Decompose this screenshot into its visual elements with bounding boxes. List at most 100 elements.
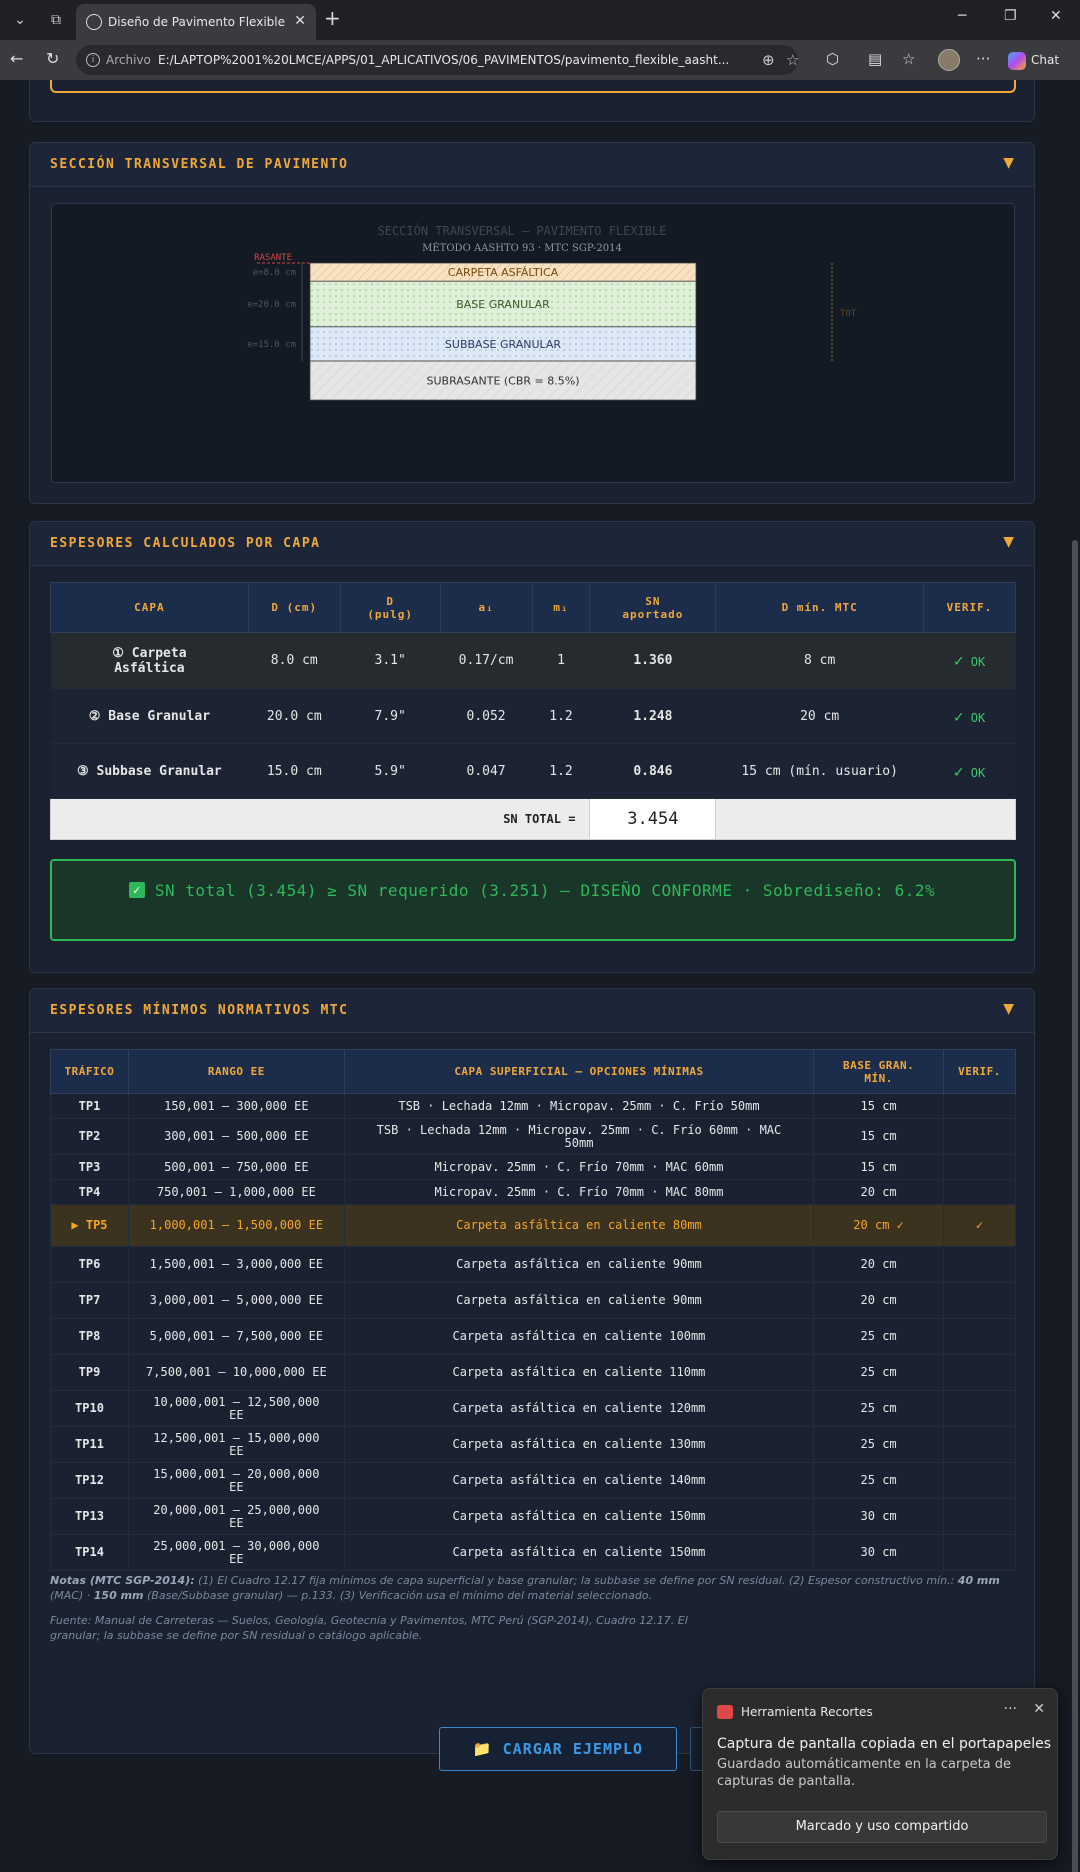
mtc-base: 25 cm bbox=[813, 1390, 945, 1427]
mtc-rango: 500,001 – 750,000 EE bbox=[127, 1154, 345, 1180]
layer-verif: ✓ OK bbox=[923, 688, 1016, 744]
mtc-verif bbox=[943, 1462, 1016, 1499]
thickness-col-header: D (pulg) bbox=[339, 582, 441, 633]
layer-m: 1 bbox=[532, 632, 590, 689]
page-viewport: SECCIÓN TRANSVERSAL DE PAVIMENTO ▼ SECCI… bbox=[0, 80, 1080, 1872]
verif-ok: ✓ OK bbox=[954, 651, 985, 670]
more-menu-icon[interactable]: ··· bbox=[976, 50, 990, 68]
mtc-rango: 5,000,001 – 7,500,000 EE bbox=[127, 1318, 345, 1355]
collapse-triangle-icon[interactable]: ▼ bbox=[1003, 534, 1014, 550]
mtc-capa: Carpeta asfáltica en caliente 120mm bbox=[343, 1390, 815, 1427]
mtc-tp: TP14 bbox=[50, 1534, 129, 1571]
chat-label: Chat bbox=[1031, 53, 1060, 67]
address-bar: ← ↻ i Archivo E:/LAPTOP%2001%20LMCE/APPS… bbox=[0, 40, 1080, 80]
mtc-verif bbox=[943, 1282, 1016, 1319]
close-tab-icon[interactable]: ✕ bbox=[294, 13, 306, 29]
mtc-rango: 750,001 – 1,000,000 EE bbox=[127, 1179, 345, 1205]
mtc-base: 20 cm bbox=[813, 1246, 945, 1283]
verif-text: OK bbox=[970, 765, 986, 780]
sn-total-value: 3.454 bbox=[589, 798, 717, 840]
mtc-tp: TP4 bbox=[50, 1179, 129, 1205]
layer-sn: 1.360 bbox=[589, 632, 716, 689]
mtc-verif bbox=[943, 1318, 1016, 1355]
mtc-base: 20 cm ✓ bbox=[813, 1204, 945, 1247]
layer-dmin: 15 cm (mín. usuario) bbox=[715, 743, 924, 799]
mtc-col-header: RANGO EE bbox=[127, 1049, 345, 1094]
mtc-capa: TSB · Lechada 12mm · Micropav. 25mm · C.… bbox=[343, 1118, 815, 1155]
zoom-icon[interactable]: ⊕ bbox=[762, 51, 775, 69]
url-text[interactable]: E:/LAPTOP%2001%20LMCE/APPS/01_APLICATIVO… bbox=[158, 53, 744, 67]
mtc-row: TP2 300,001 – 500,000 EE TSB · Lechada 12m… bbox=[50, 1118, 1016, 1155]
load-example-button[interactable]: 📁 CARGAR EJEMPLO bbox=[439, 1727, 677, 1771]
thickness-panel: ESPESORES CALCULADOS POR CAPA ▼ CAPA D (c… bbox=[29, 521, 1035, 973]
mtc-header[interactable]: ESPESORES MÍNIMOS NORMATIVOS MTC ▼ bbox=[30, 989, 1034, 1033]
split-screen-icon[interactable]: ▤ bbox=[868, 50, 882, 68]
notes-text: (1) El Cuadro 12.17 fija mínimos de capa… bbox=[194, 1574, 958, 1587]
back-icon[interactable]: ← bbox=[10, 49, 23, 68]
thickness-col-header: SN aportado bbox=[589, 582, 717, 633]
mtc-verif bbox=[943, 1118, 1016, 1155]
mtc-rango: 3,000,001 – 5,000,000 EE bbox=[127, 1282, 345, 1319]
profile-avatar[interactable] bbox=[938, 49, 960, 71]
mtc-tp: TP2 bbox=[50, 1118, 129, 1155]
minimize-icon[interactable]: ─ bbox=[958, 8, 966, 24]
toast-markup-button[interactable]: Marcado y uso compartido bbox=[717, 1811, 1047, 1843]
mtc-rango: 20,000,001 – 25,000,000 EE bbox=[127, 1498, 345, 1535]
mtc-rango: 10,000,001 – 12,500,000 EE bbox=[127, 1390, 345, 1427]
copilot-chat-button[interactable]: Chat bbox=[1008, 48, 1059, 72]
collapse-triangle-icon[interactable]: ▼ bbox=[1003, 1001, 1014, 1017]
layer-d-cm: 20.0 cm bbox=[248, 688, 341, 744]
mtc-tp: TP1 bbox=[50, 1093, 129, 1119]
thickness-table: CAPA D (cm) D (pulg) aᵢ mᵢ SN aportado D mín. … bbox=[49, 582, 1016, 840]
cross-section-svg: SECCIÓN TRANSVERSAL — PAVIMENTO FLEXIBLE… bbox=[247, 223, 857, 401]
toast-close-icon[interactable]: ✕ bbox=[1033, 1701, 1045, 1717]
favorites-icon[interactable]: ☆ bbox=[902, 50, 915, 68]
favorite-star-icon[interactable]: ☆ bbox=[786, 51, 799, 69]
mtc-verif bbox=[943, 1354, 1016, 1391]
cross-section-title: SECCIÓN TRANSVERSAL DE PAVIMENTO bbox=[50, 157, 349, 172]
mtc-verif: ✓ bbox=[943, 1204, 1016, 1247]
toast-more-icon[interactable]: ··· bbox=[1004, 1701, 1017, 1717]
mtc-source: Fuente: Manual de Carreteras — Suelos, G… bbox=[50, 1614, 688, 1642]
browser-tab-active[interactable]: Diseño de Pavimento Flexible — A ✕ bbox=[76, 4, 316, 40]
layer-capa: ① Carpeta Asfáltica bbox=[50, 632, 249, 689]
conformity-banner: ✓ SN total (3.454) ≥ SN requerido (3.251)… bbox=[50, 859, 1016, 941]
restore-icon[interactable]: ❐ bbox=[1004, 8, 1017, 24]
mtc-row: TP14 25,000,001 – 30,000,000 EE Carpeta as… bbox=[50, 1534, 1016, 1571]
workspaces-icon[interactable]: ⧉ bbox=[42, 8, 70, 32]
thickness-col-header: aᵢ bbox=[439, 582, 533, 633]
info-icon[interactable]: i bbox=[86, 53, 100, 67]
mtc-verif bbox=[943, 1498, 1016, 1535]
mtc-row: TP11 12,500,001 – 15,000,000 EE Carpeta as… bbox=[50, 1426, 1016, 1463]
mtc-base: 25 cm bbox=[813, 1462, 945, 1499]
mtc-verif bbox=[943, 1246, 1016, 1283]
window-close-icon[interactable]: ✕ bbox=[1050, 8, 1062, 24]
mtc-row: TP8 5,000,001 – 7,500,000 EE Carpeta asfál… bbox=[50, 1318, 1016, 1355]
tab-list-chevron-icon[interactable]: ⌄ bbox=[6, 8, 34, 32]
new-tab-icon[interactable]: + bbox=[324, 6, 341, 30]
cross-section-header[interactable]: SECCIÓN TRANSVERSAL DE PAVIMENTO ▼ bbox=[30, 143, 1034, 187]
notes-label: Notas (MTC SGP-2014): bbox=[50, 1574, 195, 1587]
layer-label: SUBBASE GRANULAR bbox=[445, 338, 562, 351]
collapse-triangle-icon[interactable]: ▼ bbox=[1003, 155, 1014, 171]
sn-total-row: SN TOTAL = 3.454 bbox=[49, 798, 1016, 840]
mtc-row: TP9 7,500,001 – 10,000,000 EE Carpeta asfá… bbox=[50, 1354, 1016, 1391]
pavement-layers: CARPETA ASFÁLTICA e=8.0 cm BASE GRANULAR e=… bbox=[247, 262, 697, 401]
reload-icon[interactable]: ↻ bbox=[46, 49, 59, 68]
mtc-capa: Carpeta asfáltica en caliente 150mm bbox=[343, 1498, 815, 1535]
layer-d-in: 5.9" bbox=[340, 743, 441, 799]
thickness-header[interactable]: ESPESORES CALCULADOS POR CAPA ▼ bbox=[30, 522, 1034, 566]
omnibox[interactable]: i Archivo E:/LAPTOP%2001%20LMCE/APPS/01_… bbox=[76, 45, 799, 75]
verif-ok: ✓ OK bbox=[954, 707, 985, 726]
layer-a: 0.052 bbox=[440, 688, 533, 744]
toast-app-name: Herramienta Recortes bbox=[741, 1705, 873, 1719]
mtc-tp: ▶ TP5 bbox=[50, 1204, 129, 1247]
scrollbar[interactable] bbox=[1072, 540, 1078, 1872]
layer-capa: ③ Subbase Granular bbox=[50, 743, 249, 799]
mtc-tp: TP11 bbox=[50, 1426, 129, 1463]
mtc-col-header: VERIF. bbox=[943, 1049, 1016, 1094]
mtc-title: ESPESORES MÍNIMOS NORMATIVOS MTC bbox=[50, 1003, 349, 1018]
layer-m: 1.2 bbox=[532, 743, 590, 799]
extensions-icon[interactable]: ⬡ bbox=[826, 50, 839, 68]
mtc-capa: Carpeta asfáltica en caliente 80mm bbox=[343, 1204, 815, 1247]
